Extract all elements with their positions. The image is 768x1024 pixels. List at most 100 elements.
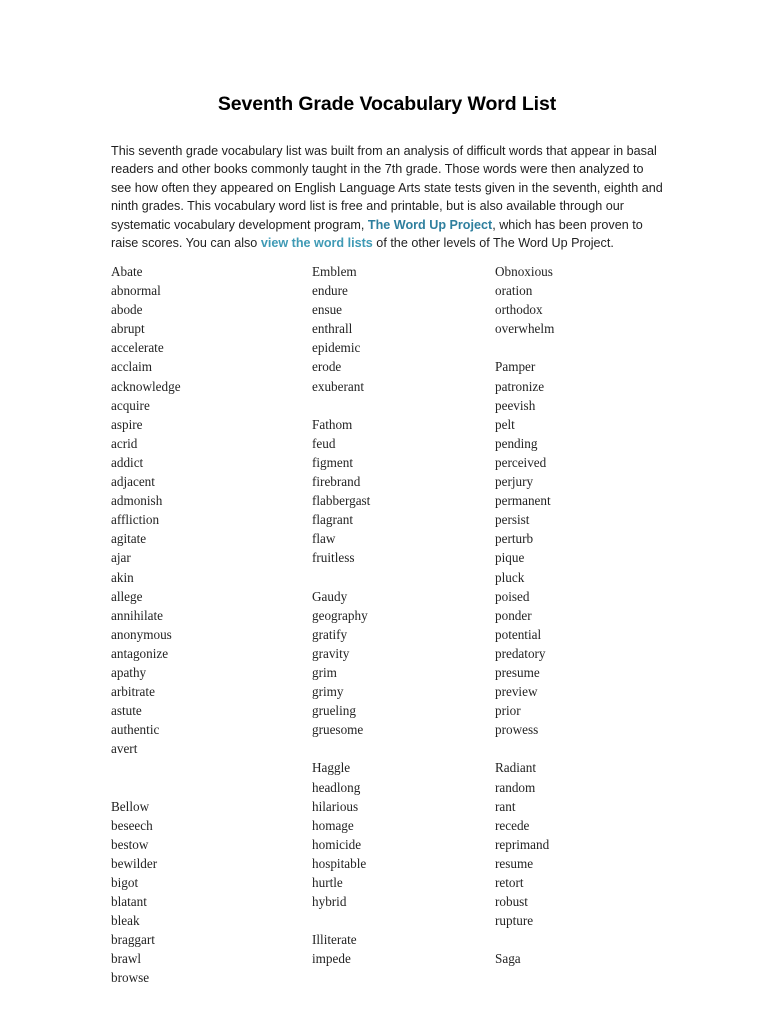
vocabulary-word: accelerate bbox=[111, 340, 164, 356]
vocabulary-word: ensue bbox=[312, 302, 343, 318]
vocabulary-word: prior bbox=[495, 703, 521, 719]
intro-text-part-3: of the other levels of The Word Up Proje… bbox=[372, 236, 614, 251]
vocabulary-word: Obnoxious bbox=[495, 264, 553, 279]
vocabulary-word: Pamper bbox=[495, 359, 536, 375]
vocabulary-word: predatory bbox=[495, 645, 546, 661]
vocabulary-word: ajar bbox=[111, 550, 131, 566]
vocabulary-word: acclaim bbox=[111, 359, 152, 375]
vocabulary-word: geography bbox=[312, 607, 368, 623]
vocabulary-word: authentic bbox=[111, 722, 160, 738]
vocabulary-word: patronize bbox=[495, 378, 545, 394]
vocabulary-word: grimy bbox=[312, 684, 344, 700]
vocabulary-word: retort bbox=[495, 875, 524, 890]
vocabulary-word: orthodox bbox=[495, 302, 543, 318]
vocabulary-word: allege bbox=[111, 588, 143, 604]
vocabulary-word: erode bbox=[312, 359, 342, 375]
vocabulary-word: recede bbox=[495, 817, 530, 833]
vocabulary-word: grim bbox=[312, 664, 337, 680]
vocabulary-word: resume bbox=[495, 855, 534, 871]
intro-paragraph: This seventh grade vocabulary list was b… bbox=[0, 116, 768, 252]
vocabulary-word: rant bbox=[495, 798, 516, 814]
vocabulary-word: gratify bbox=[312, 626, 348, 642]
vocabulary-word: annihilate bbox=[111, 607, 163, 623]
vocabulary-word: epidemic bbox=[312, 340, 361, 356]
vocabulary-word: astute bbox=[111, 703, 142, 719]
page-title: Seventh Grade Vocabulary Word List bbox=[217, 93, 557, 115]
vocabulary-word: arbitrate bbox=[111, 684, 155, 700]
word-column-1: Abate abnormal abode abrupt accelerate acclai… bbox=[111, 262, 301, 988]
vocabulary-word: flaw bbox=[312, 531, 336, 547]
vocabulary-word: hilarious bbox=[312, 798, 359, 814]
vocabulary-word: Illiterate bbox=[312, 932, 357, 948]
vocabulary-word: Radiant bbox=[495, 760, 537, 776]
vocabulary-word: bewilder bbox=[111, 855, 158, 871]
vocabulary-word: homicide bbox=[312, 836, 362, 852]
vocabulary-word: acquire bbox=[111, 397, 150, 413]
vocabulary-word: perturb bbox=[495, 531, 534, 547]
vocabulary-word: agitate bbox=[111, 531, 147, 547]
vocabulary-word: acknowledge bbox=[111, 378, 181, 394]
vocabulary-word: abnormal bbox=[111, 283, 161, 299]
vocabulary-word: pelt bbox=[495, 416, 515, 432]
vocabulary-word: flagrant bbox=[312, 512, 354, 528]
vocabulary-word: anonymous bbox=[111, 626, 172, 642]
vocabulary-word: fruitless bbox=[312, 550, 355, 566]
word-column-3: Obnoxious oration orthodox overwhelm Pamper… bbox=[495, 262, 675, 968]
vocabulary-word: akin bbox=[111, 569, 134, 585]
vocabulary-word: blatant bbox=[111, 894, 147, 910]
vocabulary-word: flabbergast bbox=[312, 493, 371, 509]
vocabulary-word: reprimand bbox=[495, 836, 550, 852]
vocabulary-word: bigot bbox=[111, 875, 139, 890]
vocabulary-word: enthrall bbox=[312, 321, 353, 337]
vocabulary-word: overwhelm bbox=[495, 321, 555, 337]
word-up-project-link[interactable]: The Word Up Project bbox=[368, 218, 492, 232]
vocabulary-word: acrid bbox=[111, 435, 138, 451]
vocabulary-word: ponder bbox=[495, 607, 532, 623]
vocabulary-word: Bellow bbox=[111, 798, 150, 814]
vocabulary-word: hospitable bbox=[312, 855, 367, 871]
vocabulary-word: potential bbox=[495, 626, 542, 642]
vocabulary-word: aspire bbox=[111, 416, 143, 432]
word-column-2: Emblem endure ensue enthrall epidemic erode ex… bbox=[312, 262, 487, 968]
vocabulary-word: headlong bbox=[312, 779, 361, 795]
vocabulary-word: Abate bbox=[111, 264, 143, 279]
vocabulary-word: rupture bbox=[495, 913, 534, 929]
vocabulary-word: abode bbox=[111, 302, 143, 318]
vocabulary-word: exuberant bbox=[312, 378, 364, 394]
vocabulary-word: figment bbox=[312, 454, 354, 470]
vocabulary-word: browse bbox=[111, 970, 150, 986]
vocabulary-word: impede bbox=[312, 951, 351, 967]
vocabulary-word: gravity bbox=[312, 645, 350, 661]
vocabulary-word: endure bbox=[312, 283, 348, 299]
vocabulary-word: oration bbox=[495, 283, 533, 299]
vocabulary-word: Fathom bbox=[312, 416, 353, 432]
vocabulary-word: addict bbox=[111, 454, 144, 470]
vocabulary-word: hybrid bbox=[312, 894, 347, 910]
vocabulary-word: beseech bbox=[111, 817, 153, 833]
vocabulary-word: robust bbox=[495, 894, 528, 910]
vocabulary-word: affliction bbox=[111, 512, 160, 528]
vocabulary-word: Emblem bbox=[312, 264, 357, 279]
vocabulary-word: gruesome bbox=[312, 722, 364, 738]
vocabulary-word: adjacent bbox=[111, 474, 155, 490]
vocabulary-word: grueling bbox=[312, 703, 356, 719]
vocabulary-word: prowess bbox=[495, 722, 539, 738]
vocabulary-word: Saga bbox=[495, 951, 521, 967]
vocabulary-word: homage bbox=[312, 817, 354, 833]
vocabulary-word: peevish bbox=[495, 397, 536, 413]
vocabulary-word: hurtle bbox=[312, 875, 343, 890]
vocabulary-word: admonish bbox=[111, 493, 163, 509]
vocabulary-word: perceived bbox=[495, 454, 547, 470]
vocabulary-word: permanent bbox=[495, 493, 551, 509]
vocabulary-word: antagonize bbox=[111, 645, 169, 661]
vocabulary-word: poised bbox=[495, 588, 530, 604]
vocabulary-word: Haggle bbox=[312, 760, 351, 776]
vocabulary-word: firebrand bbox=[312, 474, 361, 490]
vocabulary-word: avert bbox=[111, 741, 138, 757]
vocabulary-word: random bbox=[495, 779, 536, 795]
vocabulary-word: bestow bbox=[111, 836, 149, 852]
vocabulary-word: preview bbox=[495, 684, 538, 700]
view-word-lists-link[interactable]: view the word lists bbox=[261, 236, 373, 250]
vocabulary-word: persist bbox=[495, 512, 530, 528]
vocabulary-word: feud bbox=[312, 435, 336, 451]
